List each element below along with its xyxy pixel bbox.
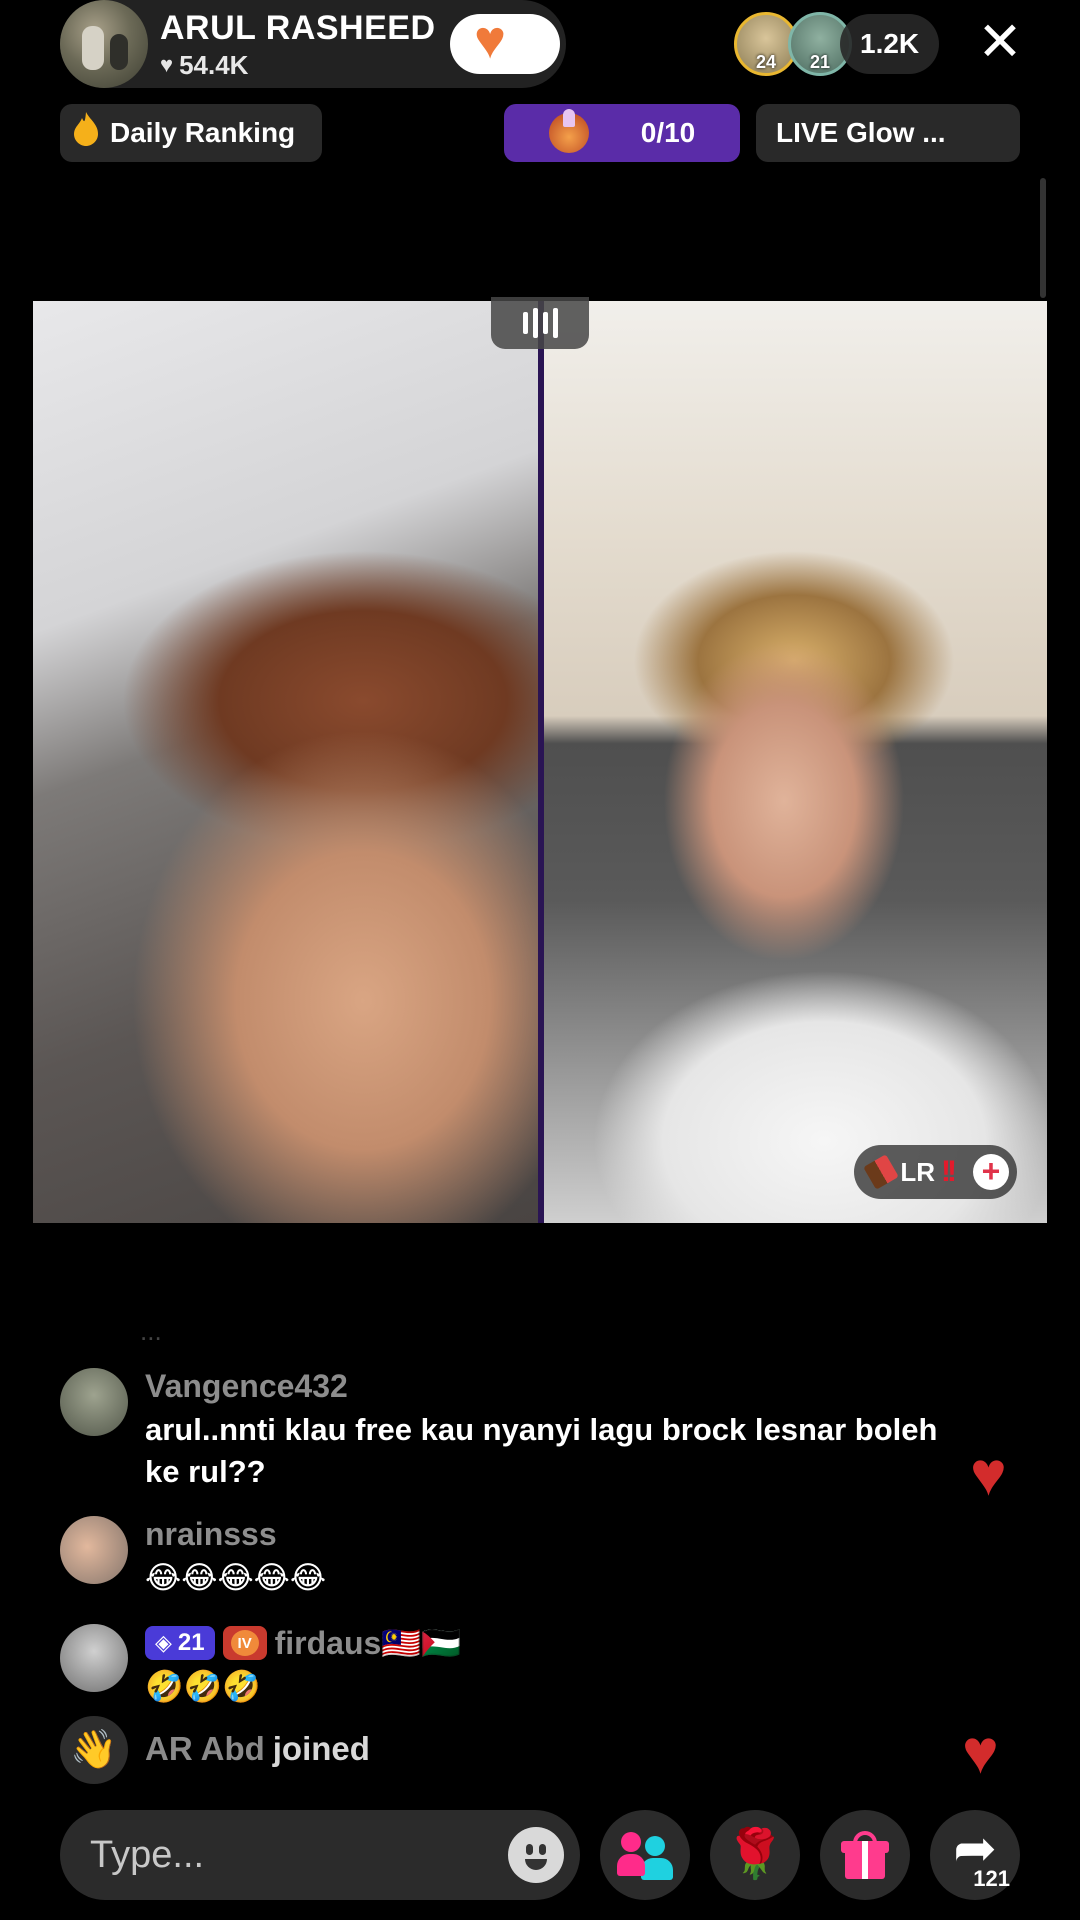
layout-handle-icon[interactable]: [491, 297, 589, 349]
fire-icon: [72, 112, 100, 154]
host-info[interactable]: ARUL RASHEED ♥ 54.4K ♥ 29: [60, 0, 566, 88]
join-action: joined: [272, 1730, 370, 1767]
fan-heart-icon: ♥ 29: [474, 13, 536, 69]
floating-heart-icon: ♥: [962, 1718, 999, 1787]
follow-guest-icon[interactable]: +: [973, 1154, 1009, 1190]
chat-username[interactable]: firdaus🇲🇾🇵🇸: [275, 1624, 461, 1662]
chat-text: 🤣🤣🤣: [145, 1669, 261, 1704]
comment-box[interactable]: [60, 1810, 580, 1900]
gift-button[interactable]: [820, 1810, 910, 1900]
host-text: ARUL RASHEED ♥ 54.4K: [160, 8, 436, 81]
chat-text: 😂😂😂😂😂: [145, 1560, 327, 1595]
top-viewers[interactable]: 24 21: [734, 12, 852, 76]
share-count: 121: [973, 1866, 1010, 1891]
chat-message-body: nrainsss 😂😂😂😂😂: [145, 1516, 326, 1599]
heart-icon: ♥: [160, 52, 174, 77]
daily-ranking-label: Daily Ranking: [110, 117, 296, 148]
join-text: AR Abd joined: [145, 1730, 370, 1768]
scrollbar[interactable]: [1040, 178, 1046, 298]
host-name: ARUL RASHEED: [160, 8, 436, 47]
fan-level: 29: [500, 37, 523, 59]
level-badge-value: 21: [177, 1629, 205, 1656]
level-badge[interactable]: ◈ 21: [145, 1626, 215, 1660]
gift-icon: [841, 1831, 889, 1879]
diamond-icon: ◈: [155, 1630, 172, 1655]
chat-message[interactable]: ◈ 21 IV firdaus🇲🇾🇵🇸 🤣🤣🤣: [60, 1624, 1000, 1704]
wave-icon: 👋: [60, 1716, 128, 1784]
viewer-level: 21: [809, 52, 831, 72]
close-icon[interactable]: ✕: [974, 15, 1026, 69]
multi-guest-button[interactable]: [600, 1810, 690, 1900]
guest-name-suffix: !!: [941, 1155, 957, 1188]
goal-progress-button[interactable]: 0/10: [504, 104, 740, 162]
floating-heart-icon: ♥: [970, 1440, 1007, 1509]
join-notification: 👋 AR Abd joined: [60, 1716, 1000, 1784]
live-glow-label: LIVE Glow ...: [776, 117, 946, 148]
gift-goal-icon: [548, 109, 589, 153]
chat-text: ke rul??: [145, 1454, 266, 1489]
join-username[interactable]: AR Abd: [145, 1730, 265, 1768]
avatar[interactable]: [60, 1624, 128, 1692]
emoji-icon[interactable]: [508, 1827, 564, 1883]
guest-tag[interactable]: LR !! +: [854, 1145, 1017, 1199]
avatar[interactable]: [60, 1516, 128, 1584]
live-glow-button[interactable]: LIVE Glow ...: [756, 104, 1020, 162]
chat-username[interactable]: Vangence432: [145, 1368, 937, 1405]
join-body: AR Abd joined: [145, 1730, 370, 1768]
users-icon: [617, 1830, 673, 1880]
chat-text: arul..nnti klau free kau nyanyi lagu bro…: [145, 1412, 938, 1447]
viewer-level: 24: [755, 52, 777, 72]
host-avatar[interactable]: [60, 0, 148, 88]
host-video[interactable]: [33, 301, 538, 1223]
chat-message-body: ◈ 21 IV firdaus🇲🇾🇵🇸 🤣🤣🤣: [145, 1624, 461, 1708]
guest-name: LR: [900, 1156, 936, 1187]
share-button[interactable]: ➦ 121: [930, 1810, 1020, 1900]
fan-club-button[interactable]: ♥ 29: [450, 13, 560, 74]
fan-club-badge-value: IV: [230, 1630, 259, 1656]
guest-video[interactable]: LR !! +: [544, 301, 1047, 1223]
host-likes-count: 54.4K: [179, 49, 249, 80]
avatar[interactable]: [60, 1368, 128, 1436]
faded-message: ...: [140, 1316, 162, 1346]
chat-user-row: ◈ 21 IV firdaus🇲🇾🇵🇸: [145, 1624, 461, 1662]
chat-message[interactable]: Vangence432 arul..nnti klau free kau nya…: [60, 1368, 1000, 1489]
viewer-count[interactable]: 1.2K: [840, 14, 940, 74]
host-likes: ♥ 54.4K: [160, 50, 436, 81]
chat-message-body: Vangence432 arul..nnti klau free kau nya…: [145, 1368, 937, 1493]
multi-guest-video: LR !! +: [33, 297, 1047, 1223]
chat-message[interactable]: nrainsss 😂😂😂😂😂: [60, 1516, 1000, 1596]
goal-progress-label: 0/10: [640, 117, 696, 148]
rose-icon: 🌹: [725, 1828, 785, 1881]
chocolate-icon: [863, 1154, 900, 1190]
daily-ranking-button[interactable]: Daily Ranking: [60, 104, 322, 162]
comment-input[interactable]: [90, 1833, 470, 1877]
rose-gift-button[interactable]: 🌹: [710, 1810, 800, 1900]
fan-club-badge[interactable]: IV: [222, 1626, 267, 1660]
chat-username[interactable]: nrainsss: [145, 1516, 326, 1553]
